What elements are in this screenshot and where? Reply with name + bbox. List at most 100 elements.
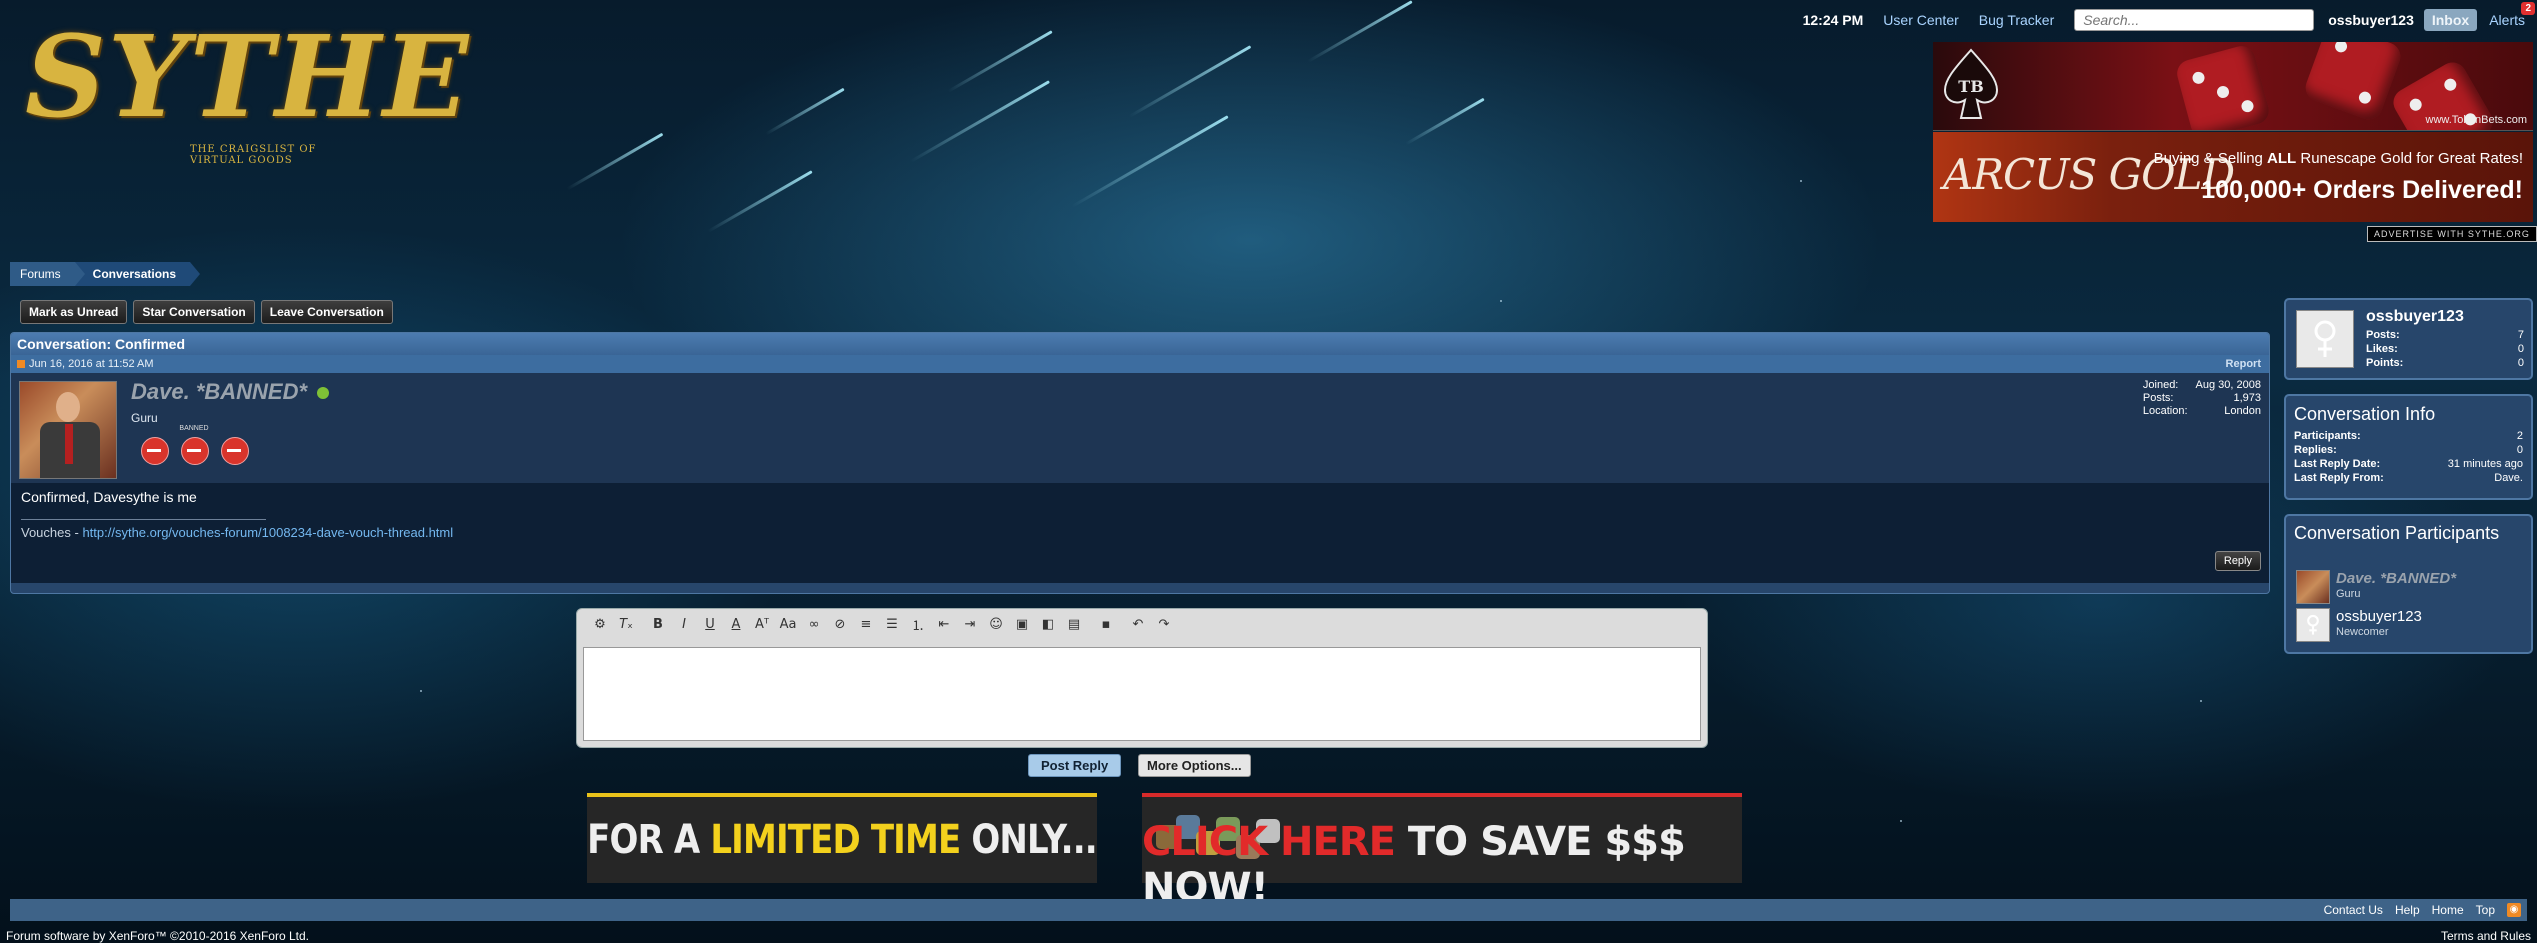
poster-stats: Joined: Aug 30, 2008 Posts: 1,973 Location… [2142, 379, 2261, 417]
participant-item[interactable]: Dave. *BANNED* Guru [2296, 570, 2526, 604]
link-icon[interactable]: ∞ [801, 613, 827, 635]
vouch-thread-link[interactable]: http://sythe.org/vouches-forum/1008234-d… [82, 525, 453, 540]
alerts-count-badge: 2 [2521, 2, 2535, 15]
participant-role: Guru [2336, 588, 2361, 600]
font-family-icon[interactable]: Aa [775, 613, 801, 635]
logo-tagline: THE CRAIGSLIST OF VIRTUAL GOODS [190, 144, 317, 166]
text-color-icon[interactable]: A [723, 613, 749, 635]
tokenbets-ad[interactable]: TB www.TokenBets.com [1933, 42, 2533, 131]
save-draft-icon[interactable]: ▪ [1093, 613, 1119, 635]
account-username[interactable]: ossbuyer123 [2328, 12, 2414, 28]
search-input[interactable] [2074, 9, 2315, 31]
visitor-avatar[interactable] [2296, 310, 2354, 368]
joined-date: Aug 30, 2008 [2195, 379, 2261, 391]
media-icon[interactable]: ◧ [1035, 613, 1061, 635]
user-center-link[interactable]: User Center [1883, 12, 1958, 28]
post-reply-button[interactable]: Post Reply [1028, 754, 1122, 777]
permalink-icon[interactable] [17, 360, 25, 369]
clear-format-icon[interactable]: Tₓ [613, 613, 639, 635]
inbox-button[interactable]: Inbox [2423, 9, 2478, 31]
conversation-panel: Conversation: Confirmed Jun 16, 2016 at … [10, 332, 2270, 594]
breadcrumb-forums[interactable]: Forums [10, 262, 85, 286]
alerts-label: Alerts [2489, 12, 2525, 28]
bug-tracker-link[interactable]: Bug Tracker [1979, 12, 2054, 28]
message-input[interactable] [583, 647, 1701, 741]
banner-cta: CLICK HERE TO SAVE $$$ NOW! [1142, 819, 1686, 911]
banned-badge-icon [139, 425, 169, 465]
conversation-info-heading: Conversation Info [2294, 404, 2436, 424]
star-conversation-button[interactable]: Star Conversation [133, 300, 255, 324]
arcus-tagline: Buying & Selling ALL Runescape Gold for … [2153, 150, 2523, 167]
report-link[interactable]: Report [2226, 355, 2261, 373]
insert-icon[interactable]: ▤ [1061, 613, 1087, 635]
numbered-list-icon[interactable]: ⒈ [905, 613, 931, 635]
leave-conversation-button[interactable]: Leave Conversation [260, 300, 393, 324]
redo-icon[interactable]: ↷ [1151, 613, 1177, 635]
visitor-stats: Posts: 7 Likes: 0 Points: 0 [2366, 329, 2524, 369]
site-logo[interactable]: SYTHE THE CRAIGSLIST OF VIRTUAL GOODS [25, 8, 468, 166]
bullet-list-icon[interactable]: ☰ [879, 613, 905, 635]
participant-role: Newcomer [2336, 626, 2389, 638]
image-icon[interactable]: ▣ [1009, 613, 1035, 635]
participant-avatar[interactable] [2296, 608, 2330, 642]
arcus-gold-ad[interactable]: ARCUS GOLD Buying & Selling ALL Runescap… [1933, 132, 2533, 222]
conversation-info-table: Participants: 2 Replies: 0 Last Reply Date… [2294, 430, 2523, 484]
message-header: Dave. *BANNED* Guru BANNED Joined: Aug 30… [11, 373, 2269, 483]
top-navigation: 12:24 PM User Center Bug Tracker ossbuye… [1802, 2, 2535, 32]
post-count: 1,973 [2233, 392, 2261, 404]
mark-unread-button[interactable]: Mark as Unread [20, 300, 128, 324]
conversation-actions: Mark as Unread Star Conversation Leave C… [20, 300, 393, 324]
poster-title: Guru [131, 411, 158, 425]
help-link[interactable]: Help [2395, 903, 2420, 917]
outdent-icon[interactable]: ⇤ [931, 613, 957, 635]
editor-toolbar: ⚙ Tₓ B I U A Aᵀ Aa ∞ ⊘ ≡ ☰ ⒈ ⇤ ⇥ ☺ ▣ ◧ ▤… [577, 609, 1707, 639]
breadcrumb-conversations[interactable]: Conversations [74, 262, 201, 286]
alerts-button[interactable]: Alerts 2 [2489, 2, 2535, 28]
indent-icon[interactable]: ⇥ [957, 613, 983, 635]
home-link[interactable]: Home [2432, 903, 2464, 917]
participant-avatar[interactable] [2296, 570, 2330, 604]
smilie-icon[interactable]: ☺ [983, 613, 1009, 635]
breadcrumb: Forums Conversations [10, 262, 201, 286]
default-avatar-icon [2314, 320, 2336, 357]
signature-divider [21, 519, 266, 520]
terms-link[interactable]: Terms and Rules [2441, 929, 2531, 943]
font-size-icon[interactable]: Aᵀ [749, 613, 775, 635]
poster-avatar[interactable] [19, 381, 117, 479]
more-options-button[interactable]: More Options... [1138, 754, 1251, 777]
bottom-banner-ad[interactable]: FOR A LIMITED TIME ONLY... CLICK HERE TO… [542, 793, 1742, 911]
message-text: Confirmed, Davesythe is me [21, 489, 197, 505]
align-icon[interactable]: ≡ [853, 613, 879, 635]
visitor-name[interactable]: ossbuyer123 [2366, 308, 2464, 326]
banner-right: CLICK HERE TO SAVE $$$ NOW! [1142, 793, 1742, 911]
banned-badge-icon [219, 425, 249, 465]
undo-icon[interactable]: ↶ [1125, 613, 1151, 635]
source-toggle-icon[interactable]: ⚙ [587, 613, 613, 635]
reply-button[interactable]: Reply [2214, 551, 2261, 571]
banned-badge-icon: BANNED [179, 425, 209, 465]
arcus-headline: 100,000+ Orders Delivered! [2201, 176, 2523, 204]
contact-link[interactable]: Contact Us [2324, 903, 2383, 917]
participants-panel: Conversation Participants Dave. *BANNED*… [2284, 514, 2533, 654]
poster-name[interactable]: Dave. *BANNED* [131, 379, 330, 405]
copyright: Forum software by XenForo™ ©2010-2016 Xe… [6, 929, 309, 943]
advertise-link[interactable]: ADVERTISE WITH SYTHE.ORG [2367, 226, 2537, 242]
dice-graphic [2174, 43, 2272, 130]
top-link[interactable]: Top [2476, 903, 2495, 917]
spade-logo-icon: TB [1943, 48, 1999, 119]
participant-item[interactable]: ossbuyer123 Newcomer [2296, 608, 2526, 642]
message-body: Confirmed, Davesythe is me Vouches - htt… [11, 483, 2269, 583]
clock: 12:24 PM [1802, 12, 1864, 28]
logo-title: SYTHE [25, 12, 471, 143]
tokenbets-url: www.TokenBets.com [2425, 114, 2527, 126]
underline-icon[interactable]: U [697, 613, 723, 635]
participant-name[interactable]: ossbuyer123 [2336, 608, 2422, 625]
bold-icon[interactable]: B [645, 613, 671, 635]
participants-heading: Conversation Participants [2294, 523, 2500, 543]
unlink-icon[interactable]: ⊘ [827, 613, 853, 635]
rss-icon[interactable]: ◉ [2507, 903, 2521, 917]
italic-icon[interactable]: I [671, 613, 697, 635]
message-meta: Jun 16, 2016 at 11:52 AM Report [11, 355, 2269, 373]
conversation-info-panel: Conversation Info Participants: 2 Replies… [2284, 394, 2533, 500]
participant-name[interactable]: Dave. *BANNED* [2336, 570, 2456, 587]
